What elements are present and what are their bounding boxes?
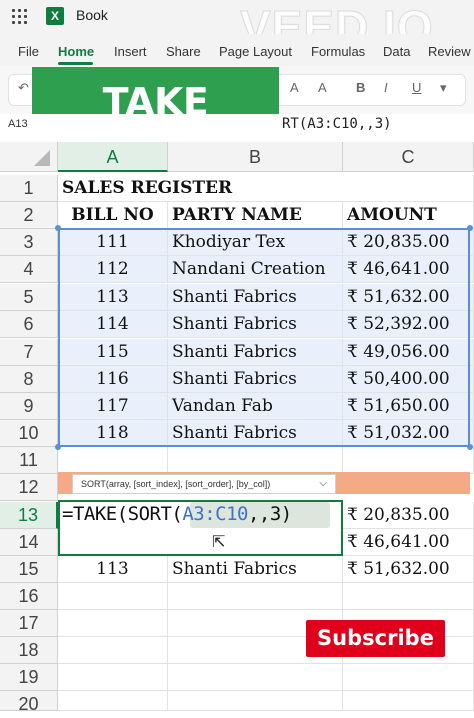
cell[interactable] [168,691,343,711]
formula-bar [0,114,474,143]
cell[interactable] [58,610,168,637]
result-cell[interactable]: Shanti Fabrics [168,556,343,583]
tab-data[interactable]: Data [383,44,410,59]
row-header[interactable]: 9 [0,393,58,420]
row-header[interactable]: 16 [0,583,58,610]
tab-file[interactable]: File [18,44,39,59]
formula-prefix: =TAKE(SORT( [62,503,183,525]
mouse-pointer-icon: ⇱ [212,534,226,551]
name-box[interactable]: A13 [8,118,28,130]
undo-icon[interactable]: ↶ [18,80,29,96]
cell[interactable] [168,664,343,691]
row-header[interactable]: 10 [0,420,58,447]
tab-insert[interactable]: Insert [114,44,147,59]
row-header-selected[interactable]: 13 [0,502,58,529]
row-header[interactable]: 1 [0,175,58,202]
result-cell[interactable]: ₹ 46,641.00 [343,529,474,556]
bold-icon[interactable]: B [356,80,365,95]
row-header[interactable]: 15 [0,556,58,583]
row-header[interactable]: 11 [0,447,58,474]
font-size-down-icon[interactable]: A [318,80,327,95]
tab-review[interactable]: Review [428,44,471,59]
selected-range-a3-c10 [58,228,470,447]
cell[interactable] [58,691,168,711]
row-header[interactable]: 5 [0,284,58,311]
cell[interactable] [343,691,474,711]
app-launcher-icon[interactable] [12,9,28,25]
cell[interactable] [343,583,474,610]
row-header[interactable]: 6 [0,311,58,338]
tab-page-layout[interactable]: Page Layout [219,44,292,59]
cell[interactable] [168,447,343,474]
cell[interactable] [58,583,168,610]
cell[interactable] [58,637,168,664]
formula-bar-input[interactable]: RT(A3:C10,,3) [282,116,392,132]
formula-suffix: ,,3) [247,503,292,525]
italic-icon[interactable]: I [384,80,388,95]
more-options-icon[interactable]: ▾ [440,80,447,96]
formula-input[interactable]: =TAKE(SORT(A3:C10,,3) [62,503,292,525]
function-signature: SORT(array, [sort_index], [sort_order], … [81,479,271,489]
selection-handle[interactable] [467,225,473,231]
result-cell[interactable]: 113 [58,556,168,583]
result-cell[interactable]: ₹ 20,835.00 [343,502,474,529]
row-header[interactable]: 7 [0,339,58,366]
column-header-a[interactable]: A [58,142,168,172]
underline-icon[interactable]: U [412,80,421,95]
tab-share[interactable]: Share [166,44,201,59]
header-cell-amount[interactable]: AMOUNT [343,202,474,229]
workbook-title[interactable]: Book [76,7,108,23]
cell[interactable] [343,175,474,202]
row-header[interactable]: 3 [0,229,58,256]
cell[interactable] [58,664,168,691]
excel-logo-icon: X [46,7,64,25]
chevron-down-icon[interactable]: ⌵ [319,475,327,493]
subscribe-button[interactable]: Subscribe [306,620,445,657]
row-header[interactable]: 4 [0,256,58,283]
font-size-up-icon[interactable]: A [290,80,299,95]
function-tooltip[interactable]: SORT(array, [sort_index], [sort_order], … [72,474,336,494]
result-cell[interactable]: ₹ 51,632.00 [343,556,474,583]
row-header[interactable]: 2 [0,202,58,229]
cell[interactable] [343,664,474,691]
select-all-triangle-icon [34,150,50,166]
row-header[interactable]: 18 [0,637,58,664]
column-header-c[interactable]: C [343,142,474,172]
row-header[interactable]: 8 [0,366,58,393]
tab-home[interactable]: Home [58,44,94,59]
cell[interactable] [168,583,343,610]
row-header[interactable]: 19 [0,664,58,691]
row-header[interactable]: 12 [0,474,58,501]
tab-formulas[interactable]: Formulas [311,44,365,59]
cell[interactable] [58,447,168,474]
row-header[interactable]: 20 [0,691,58,714]
sheet-title-cell[interactable]: SALES REGISTER [58,175,343,202]
formula-range-ref: A3:C10 [182,503,248,525]
column-header-b[interactable]: B [168,142,343,172]
header-cell-party-name[interactable]: PARTY NAME [168,202,343,229]
active-tab-indicator [58,62,93,65]
selection-handle[interactable] [55,225,61,231]
header-cell-bill-no[interactable]: BILL NO [58,202,168,229]
cell[interactable] [343,447,474,474]
row-header[interactable]: 17 [0,610,58,637]
row-header[interactable]: 14 [0,529,58,556]
